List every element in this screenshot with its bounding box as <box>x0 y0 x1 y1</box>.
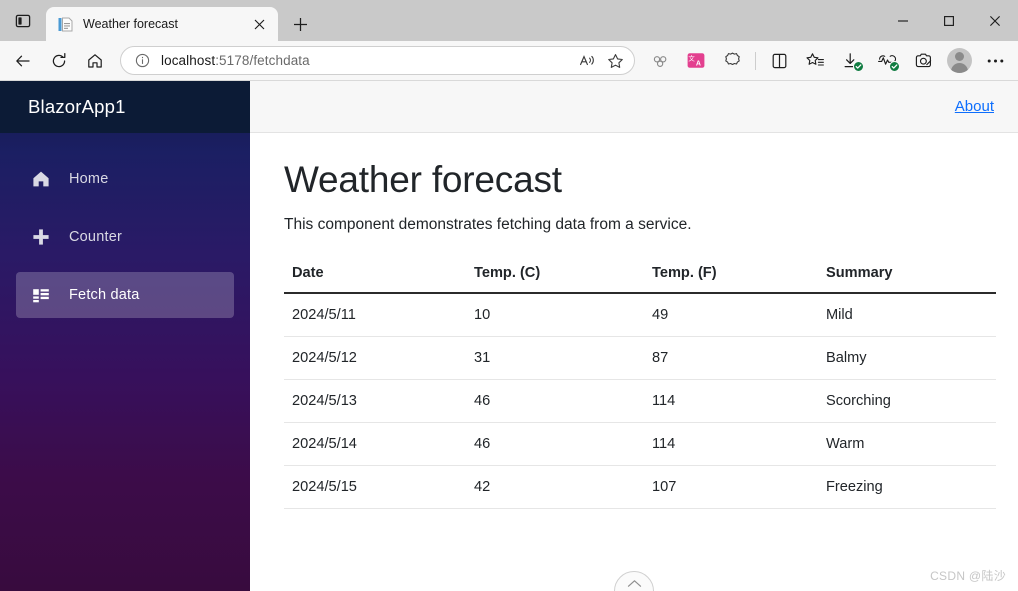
cell-temp-f: 114 <box>644 422 818 466</box>
scroll-to-top-button[interactable] <box>614 571 654 591</box>
address-bar[interactable]: localhost:5178/fetchdata <box>120 46 635 75</box>
url-path: :5178/fetchdata <box>215 53 310 68</box>
back-arrow-icon[interactable] <box>6 46 40 76</box>
page-content: Weather forecast This component demonstr… <box>250 133 1018 591</box>
column-header-temp-f: Temp. (F) <box>644 255 818 294</box>
extensions-icon[interactable] <box>715 46 749 76</box>
cell-summary: Balmy <box>818 336 996 380</box>
cell-temp-c: 42 <box>466 465 644 509</box>
brand-bar[interactable]: BlazorApp1 <box>0 81 250 133</box>
svg-text:A: A <box>696 61 701 68</box>
download-complete-badge <box>853 60 864 72</box>
read-aloud-icon[interactable] <box>574 49 600 73</box>
cell-date: 2024/5/13 <box>284 379 466 423</box>
cell-temp-f: 87 <box>644 336 818 380</box>
maximize-button[interactable] <box>926 0 972 41</box>
cell-temp-c: 46 <box>466 379 644 423</box>
cell-date: 2024/5/11 <box>284 292 466 337</box>
sidebar-nav: Home Counter Fetch data <box>0 133 250 324</box>
sidebar-item-counter[interactable]: Counter <box>16 214 234 260</box>
translate-icon[interactable]: 文 A <box>679 46 713 76</box>
cell-date: 2024/5/12 <box>284 336 466 380</box>
browser-toolbar: localhost:5178/fetchdata 文 A <box>0 41 1018 81</box>
performance-ok-badge <box>889 60 900 72</box>
watermark: CSDN @陆沙 <box>930 569 1006 583</box>
downloads-icon[interactable] <box>834 46 868 76</box>
new-tab-button[interactable] <box>284 9 316 39</box>
column-header-temp-c: Temp. (C) <box>466 255 644 294</box>
list-table-icon <box>30 285 51 306</box>
page-title: Weather forecast <box>284 159 562 200</box>
cell-temp-f: 107 <box>644 465 818 509</box>
app-sidebar: BlazorApp1 Home Counter Fetch data <box>0 81 250 591</box>
screenshot-icon[interactable] <box>906 46 940 76</box>
tab-search-icon[interactable] <box>10 9 36 33</box>
url-host: localhost <box>161 53 216 68</box>
tab-title: Weather forecast <box>83 17 178 31</box>
sidebar-item-home[interactable]: Home <box>16 156 234 202</box>
table-body: 2024/5/11 10 49 Mild 2024/5/12 31 87 Bal… <box>284 292 996 509</box>
cell-summary: Mild <box>818 292 996 337</box>
main-area: About Weather forecast This component de… <box>250 81 1018 591</box>
table-row: 2024/5/13 46 114 Scorching <box>284 379 996 423</box>
sidebar-item-label: Home <box>69 171 109 187</box>
page-viewport: BlazorApp1 Home Counter Fetch data About… <box>0 81 1018 591</box>
svg-text:文: 文 <box>688 53 695 62</box>
cell-summary: Freezing <box>818 465 996 509</box>
home-icon <box>30 169 51 190</box>
cell-temp-f: 114 <box>644 379 818 423</box>
cell-temp-c: 46 <box>466 422 644 466</box>
split-screen-icon[interactable] <box>762 46 796 76</box>
weather-forecast-table: Date Temp. (C) Temp. (F) Summary 2024/5/… <box>284 255 996 509</box>
minimize-button[interactable] <box>880 0 926 41</box>
sidebar-item-label: Counter <box>69 229 122 245</box>
table-head: Date Temp. (C) Temp. (F) Summary <box>284 255 996 294</box>
brand-title: BlazorApp1 <box>28 96 126 117</box>
cell-temp-c: 10 <box>466 292 644 337</box>
browser-essentials-icon[interactable] <box>870 46 904 76</box>
plus-icon <box>30 227 51 248</box>
favorites-icon[interactable] <box>798 46 832 76</box>
column-header-summary: Summary <box>818 255 996 294</box>
window-controls <box>880 0 1018 41</box>
cell-summary: Scorching <box>818 379 996 423</box>
cell-temp-c: 31 <box>466 336 644 380</box>
table-row: 2024/5/14 46 114 Warm <box>284 422 996 466</box>
close-icon[interactable] <box>248 13 270 35</box>
address-bar-actions <box>574 49 628 73</box>
refresh-icon[interactable] <box>42 46 76 76</box>
table-row: 2024/5/15 42 107 Freezing <box>284 465 996 509</box>
about-link[interactable]: About <box>955 98 994 115</box>
url-text[interactable]: localhost:5178/fetchdata <box>153 53 574 68</box>
cell-summary: Warm <box>818 422 996 466</box>
browser-tab[interactable]: Weather forecast <box>46 7 278 41</box>
star-icon[interactable] <box>602 49 628 73</box>
table-row: 2024/5/12 31 87 Balmy <box>284 336 996 380</box>
profile-avatar-icon[interactable] <box>942 44 976 78</box>
tab-strip-left <box>0 0 46 41</box>
document-favicon <box>57 16 74 33</box>
cell-date: 2024/5/14 <box>284 422 466 466</box>
cell-temp-f: 49 <box>644 292 818 337</box>
sidebar-item-fetch-data[interactable]: Fetch data <box>16 272 234 318</box>
more-options-icon[interactable] <box>978 46 1012 76</box>
column-header-date: Date <box>284 255 466 294</box>
info-circle-icon[interactable] <box>131 50 153 72</box>
page-subtitle: This component demonstrates fetching dat… <box>284 215 692 233</box>
table-header-row: Date Temp. (C) Temp. (F) Summary <box>284 255 996 294</box>
sidebar-item-label: Fetch data <box>69 287 140 303</box>
page-topbar: About <box>250 81 1018 133</box>
home-icon[interactable] <box>78 46 112 76</box>
toolbar-divider <box>755 51 756 70</box>
table-row: 2024/5/11 10 49 Mild <box>284 292 996 337</box>
title-bar: Weather forecast <box>0 0 1018 41</box>
avatar <box>946 48 972 73</box>
copilot-icon[interactable] <box>643 46 677 76</box>
cell-date: 2024/5/15 <box>284 465 466 509</box>
close-button[interactable] <box>972 0 1018 41</box>
chevron-up-icon <box>627 580 641 587</box>
browser-window: Weather forecast localhost:5178/fetchdat… <box>0 0 1018 591</box>
